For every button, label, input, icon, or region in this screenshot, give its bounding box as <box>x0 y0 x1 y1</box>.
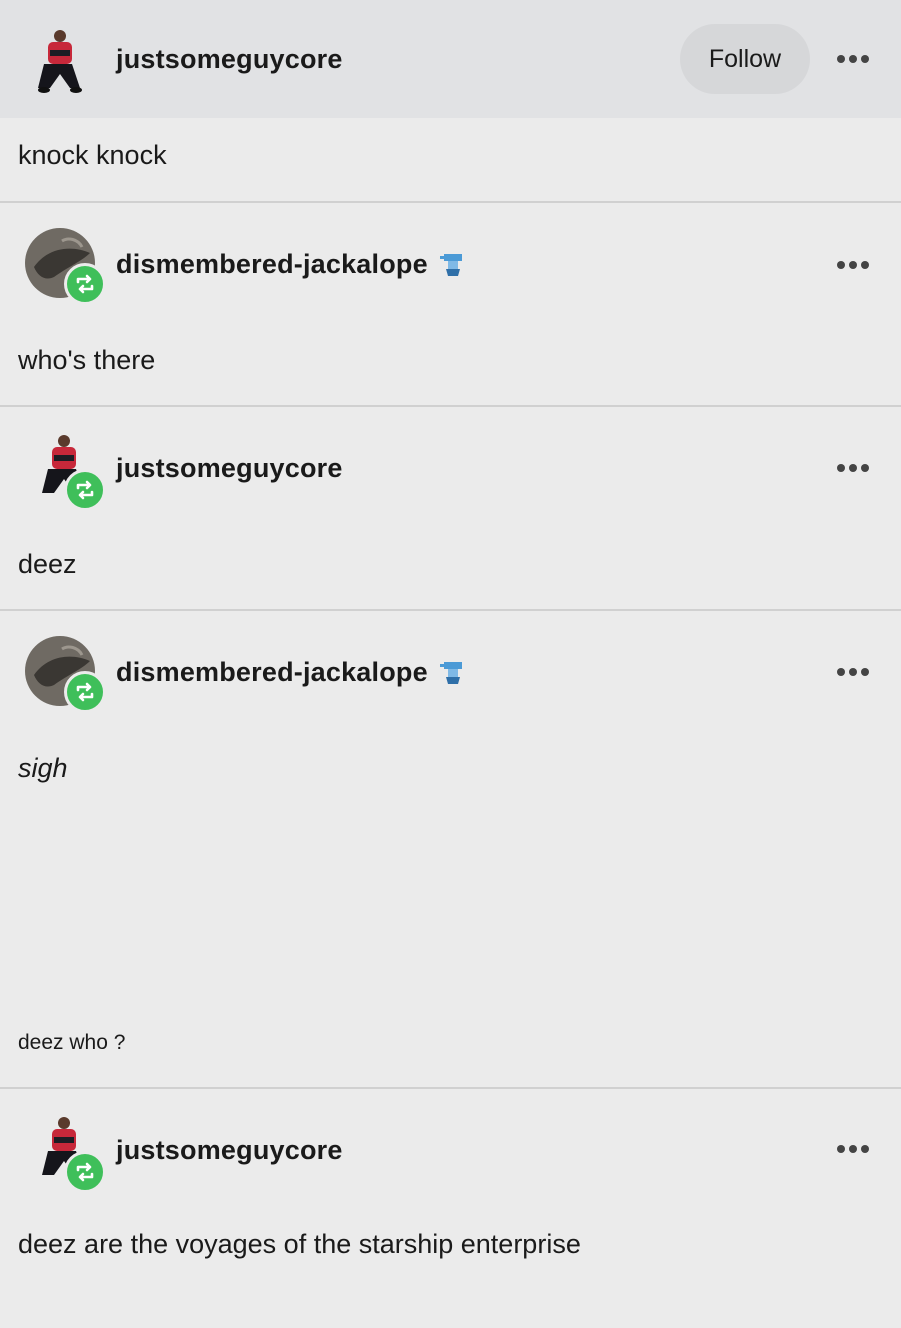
reblog-text: deez <box>18 549 77 579</box>
more-dots-icon[interactable] <box>836 463 870 473</box>
more-dots-icon[interactable] <box>836 54 870 64</box>
more-dots-icon[interactable] <box>836 667 870 677</box>
avatar-justsomeguycore[interactable] <box>24 433 108 517</box>
reblog-username[interactable]: dismembered-jackalope <box>116 249 428 280</box>
blue-figure-badge-icon <box>438 658 466 686</box>
reblog-icon <box>64 671 106 713</box>
reblog-username[interactable]: dismembered-jackalope <box>116 657 428 688</box>
reblog-text: sigh <box>18 753 68 783</box>
post-body: knock knock <box>0 118 901 201</box>
reblog-text: deez are the voyages of the starship ent… <box>18 1229 581 1259</box>
reblog-entry: dismembered-jackalope sigh deez who ? <box>0 611 901 1087</box>
reblog-entry: dismembered-jackalope who's there <box>0 203 901 405</box>
post-text: knock knock <box>18 140 167 170</box>
reblog-small-text: deez who ? <box>18 1031 126 1054</box>
reblog-icon <box>64 469 106 511</box>
reblog-text: who's there <box>18 345 156 375</box>
follow-button[interactable]: Follow <box>680 24 810 94</box>
reblog-entry: justsomeguycore deez are the voyages of … <box>0 1089 901 1328</box>
reblog-username[interactable]: justsomeguycore <box>116 453 343 484</box>
post-header: justsomeguycore Follow <box>0 0 901 118</box>
more-dots-icon[interactable] <box>836 260 870 270</box>
reblog-icon <box>64 1151 106 1193</box>
more-dots-icon[interactable] <box>836 1144 870 1154</box>
avatar-dismembered-jackalope[interactable] <box>24 635 108 719</box>
reblog-entry: justsomeguycore deez <box>0 407 901 609</box>
blue-figure-badge-icon <box>438 250 466 278</box>
post-author-username[interactable]: justsomeguycore <box>116 44 343 75</box>
avatar-justsomeguycore[interactable] <box>30 28 86 99</box>
reblog-icon <box>64 263 106 305</box>
reblog-username[interactable]: justsomeguycore <box>116 1135 343 1166</box>
avatar-dismembered-jackalope[interactable] <box>24 227 108 311</box>
avatar-justsomeguycore[interactable] <box>24 1115 108 1199</box>
